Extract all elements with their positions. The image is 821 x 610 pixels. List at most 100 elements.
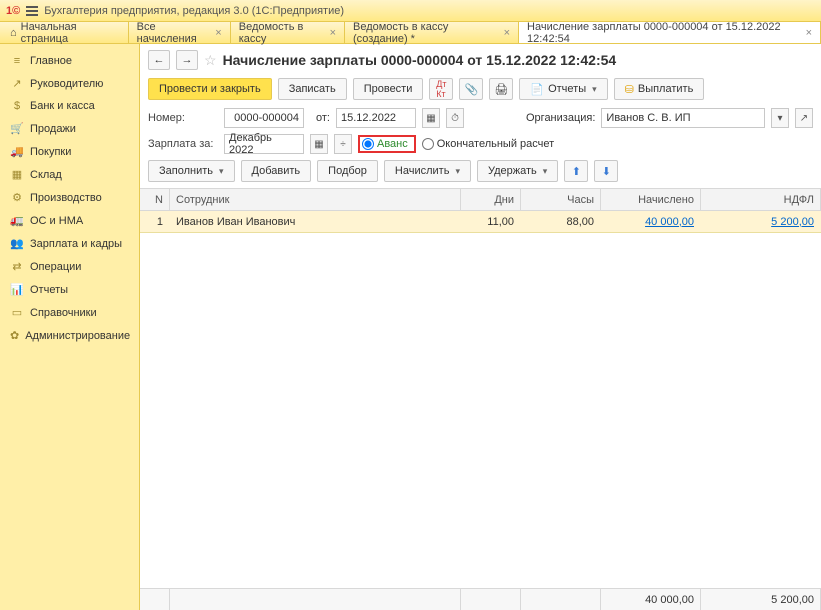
uderzhat-button[interactable]: Удержать [477, 160, 558, 182]
sidebar-item-pokupki[interactable]: 🚚Покупки [0, 140, 139, 163]
sidebar-item-operacii[interactable]: ⇄Операции [0, 255, 139, 278]
operations-icon: ⇄ [10, 260, 24, 273]
favorite-star-icon[interactable]: ☆ [204, 52, 217, 69]
close-icon[interactable]: × [330, 27, 336, 39]
sidebar-item-zarplata[interactable]: 👥Зарплата и кадры [0, 232, 139, 255]
cell-accrued-link[interactable]: 40 000,00 [645, 216, 694, 228]
cell-ndfl-link[interactable]: 5 200,00 [771, 216, 814, 228]
move-up-button[interactable]: ⬆ [564, 160, 588, 182]
col-accrued[interactable]: Начислено [601, 189, 701, 210]
col-employee[interactable]: Сотрудник [170, 189, 461, 210]
vyplatit-button[interactable]: ⛁Выплатить [614, 78, 705, 100]
nav-back-button[interactable]: ← [148, 50, 170, 70]
dt-kt-button[interactable]: ДтКт [429, 78, 453, 100]
nachislit-button[interactable]: Начислить [384, 160, 471, 182]
footer-ndfl: 5 200,00 [701, 589, 821, 610]
print-icon: 🖨 [494, 83, 508, 96]
zapisat-button[interactable]: Записать [278, 78, 347, 100]
asset-icon: 🚛 [10, 214, 24, 227]
org-dropdown-button[interactable]: ▾ [771, 108, 789, 128]
sidebar-label: Справочники [30, 307, 97, 319]
sidebar-label: Администрирование [25, 330, 130, 342]
people-icon: 👥 [10, 237, 24, 250]
tab-vedomost-create[interactable]: Ведомость в кассу (создание) * × [345, 22, 519, 43]
zapolnit-button[interactable]: Заполнить [148, 160, 235, 182]
app-title: Бухгалтерия предприятия, редакция 3.0 (1… [44, 5, 344, 17]
menu-icon: ≡ [10, 55, 24, 67]
cell-employee: Иванов Иван Иванович [170, 211, 461, 232]
nomer-input[interactable]: 0000-000004 [224, 108, 304, 128]
menu-burger-icon[interactable] [26, 6, 38, 16]
clock-button[interactable]: ⏱ [446, 108, 464, 128]
org-open-button[interactable]: ↗ [795, 108, 813, 128]
col-ndfl[interactable]: НДФЛ [701, 189, 821, 210]
avans-label: Аванс [377, 138, 408, 150]
avans-radio-input[interactable] [362, 138, 374, 150]
tab-label: Начисление зарплаты 0000-000004 от 15.12… [527, 21, 802, 45]
tab-all-accruals[interactable]: Все начисления × [129, 22, 231, 43]
period-nav-button[interactable]: ÷ [334, 134, 352, 154]
sidebar-label: Покупки [30, 146, 71, 158]
sidebar-item-glavnoe[interactable]: ≡Главное [0, 50, 139, 72]
provesti-zakryt-button[interactable]: Провести и закрыть [148, 78, 272, 100]
provesti-button[interactable]: Провести [353, 78, 424, 100]
zarplata-za-label: Зарплата за: [148, 138, 218, 150]
factory-icon: ⚙ [10, 191, 24, 204]
col-days[interactable]: Дни [461, 189, 521, 210]
okonch-radio-input[interactable] [422, 138, 434, 150]
print-button[interactable]: 🖨 [489, 78, 513, 100]
okonch-radio[interactable]: Окончательный расчет [422, 138, 554, 150]
period-calendar-button[interactable]: ▦ [310, 134, 328, 154]
grid-header: N Сотрудник Дни Часы Начислено НДФЛ [140, 189, 821, 211]
close-icon[interactable]: × [806, 27, 812, 39]
col-n[interactable]: N [140, 189, 170, 210]
sidebar-item-rukovoditelyu[interactable]: ↗Руководителю [0, 72, 139, 95]
logo-1c: 1© [6, 5, 20, 17]
close-icon[interactable]: × [215, 27, 221, 39]
move-down-button[interactable]: ⬇ [594, 160, 618, 182]
table-row[interactable]: 1 Иванов Иван Иванович 11,00 88,00 40 00… [140, 211, 821, 233]
sidebar-item-spravochniki[interactable]: ▭ Справочники [0, 301, 139, 324]
avans-radio[interactable]: Аванс [362, 138, 408, 150]
sidebar-label: ОС и НМА [30, 215, 83, 227]
sidebar-item-bank[interactable]: $Банк и касса [0, 95, 139, 117]
sidebar-item-admin[interactable]: ✿ Администрирование [0, 324, 139, 347]
cell-hours: 88,00 [521, 211, 601, 232]
book-icon: ▭ [10, 306, 24, 319]
sidebar-item-proizvodstvo[interactable]: ⚙Производство [0, 186, 139, 209]
home-icon: ⌂ [10, 27, 17, 39]
org-input[interactable]: Иванов С. В. ИП [601, 108, 765, 128]
nav-forward-button[interactable]: → [176, 50, 198, 70]
btn-label: Выплатить [638, 83, 693, 95]
grid-footer: 40 000,00 5 200,00 [140, 588, 821, 610]
cart-icon: 🛒 [10, 122, 24, 135]
tab-label: Ведомость в кассу (создание) * [353, 21, 500, 45]
date-input[interactable]: 15.12.2022 [336, 108, 416, 128]
close-icon[interactable]: × [504, 27, 510, 39]
arrow-up-icon: ⬆ [572, 165, 581, 178]
sidebar-item-otchety[interactable]: 📊Отчеты [0, 278, 139, 301]
period-input[interactable]: Декабрь 2022 [224, 134, 304, 154]
tab-label: Все начисления [137, 21, 212, 45]
sidebar-item-os-nma[interactable]: 🚛 ОС и НМА [0, 209, 139, 232]
sidebar-label: Отчеты [30, 284, 68, 296]
attach-button[interactable]: 📎 [459, 78, 483, 100]
chart-icon: ↗ [10, 77, 24, 90]
org-value: Иванов С. В. ИП [606, 112, 690, 124]
sidebar-item-sklad[interactable]: ▦Склад [0, 163, 139, 186]
btn-label: Начислить [395, 165, 450, 177]
tab-vedomost-kassu[interactable]: Ведомость в кассу × [231, 22, 345, 43]
tab-nachislenie[interactable]: Начисление зарплаты 0000-000004 от 15.12… [519, 22, 821, 43]
dobavit-button[interactable]: Добавить [241, 160, 312, 182]
money-icon: $ [10, 100, 24, 112]
tab-home[interactable]: ⌂ Начальная страница [0, 22, 129, 43]
sidebar-item-prodazhi[interactable]: 🛒Продажи [0, 117, 139, 140]
calendar-button[interactable]: ▦ [422, 108, 440, 128]
cell-n: 1 [140, 211, 170, 232]
podbor-button[interactable]: Подбор [317, 160, 378, 182]
warehouse-icon: ▦ [10, 168, 24, 181]
otchety-button[interactable]: 📄Отчеты [519, 78, 607, 100]
clip-icon: 📎 [465, 83, 479, 96]
col-hours[interactable]: Часы [521, 189, 601, 210]
gear-icon: ✿ [10, 329, 19, 342]
